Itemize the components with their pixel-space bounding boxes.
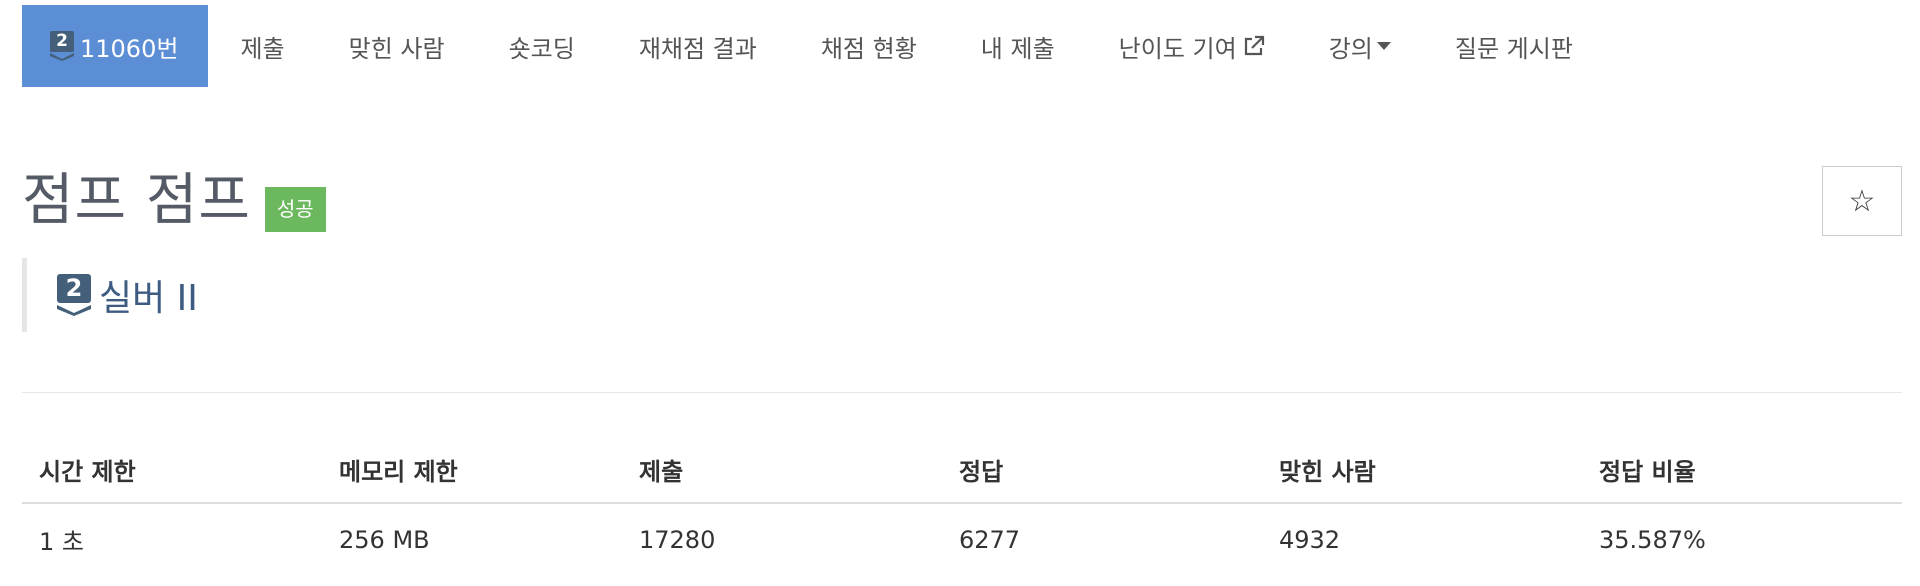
tab-my-submissions[interactable]: 내 제출 [949,5,1087,87]
table-header-row: 시간 제한 메모리 제한 제출 정답 맞힌 사람 정답 비율 [22,437,1902,504]
tab-difficulty-contribution-label: 난이도 기여 [1118,34,1237,63]
header-time-limit: 시간 제한 [22,437,322,504]
tab-lectures[interactable]: 강의 [1297,5,1423,87]
header-submissions: 제출 [622,437,942,504]
tab-short-coding-label: 숏코딩 [508,34,575,63]
tab-submit[interactable]: 제출 [208,5,316,87]
caret-down-icon [1376,41,1391,51]
silver-tier-icon: 2 [50,31,74,61]
problem-tier: 2 실버 II [22,258,198,332]
cell-accept-ratio: 35.587% [1599,525,1706,554]
tab-lectures-label: 강의 [1328,34,1373,63]
problem-header: 점프 점프 성공 [22,168,326,234]
tab-solved-users-label: 맞힌 사람 [348,34,445,63]
tab-rejudge-results[interactable]: 재채점 결과 [607,5,789,87]
cell-accepted: 6277 [959,525,1021,554]
header-solved-users: 맞힌 사람 [1262,437,1582,504]
cell-time-limit: 1 초 [39,528,84,556]
tab-solved-users[interactable]: 맞힌 사람 [317,5,477,87]
cell-memory-limit: 256 MB [339,525,430,554]
header-accepted: 정답 [942,437,1262,504]
status-badge: 성공 [264,187,326,232]
cell-submissions: 17280 [639,525,716,554]
favorite-star-button[interactable]: ☆ [1822,166,1902,236]
header-accept-ratio: 정답 비율 [1582,437,1902,504]
table-row: 1 초 256 MB 17280 6277 4932 35.587% [22,503,1902,575]
tab-judge-status[interactable]: 채점 현황 [789,5,949,87]
tab-rejudge-results-label: 재채점 결과 [638,34,757,63]
divider [22,392,1902,393]
problem-info-table: 시간 제한 메모리 제한 제출 정답 맞힌 사람 정답 비율 1 초 256 M… [22,437,1902,575]
external-link-icon [1243,35,1265,57]
tab-short-coding[interactable]: 숏코딩 [477,5,607,87]
tab-question-board[interactable]: 질문 게시판 [1423,5,1605,87]
silver-tier-icon: 2 [57,274,91,316]
tab-question-board-label: 질문 게시판 [1454,34,1573,63]
tab-problem[interactable]: 2 11060번 [22,5,209,87]
tab-submit-label: 제출 [240,34,285,63]
star-icon: ☆ [1848,183,1876,219]
tab-judge-status-label: 채점 현황 [820,34,917,63]
tab-problem-label: 11060번 [80,34,179,63]
header-memory-limit: 메모리 제한 [322,437,622,504]
tier-label[interactable]: 실버 II [99,269,198,321]
tab-difficulty-contribution[interactable]: 난이도 기여 [1087,5,1297,87]
page-title: 점프 점프 [22,168,251,233]
tab-my-submissions-label: 내 제출 [980,34,1055,63]
cell-solved-users: 4932 [1279,525,1341,554]
problem-nav: 2 11060번 제출 맞힌 사람 숏코딩 재채점 결과 채점 현황 내 제출 … [22,5,1605,87]
